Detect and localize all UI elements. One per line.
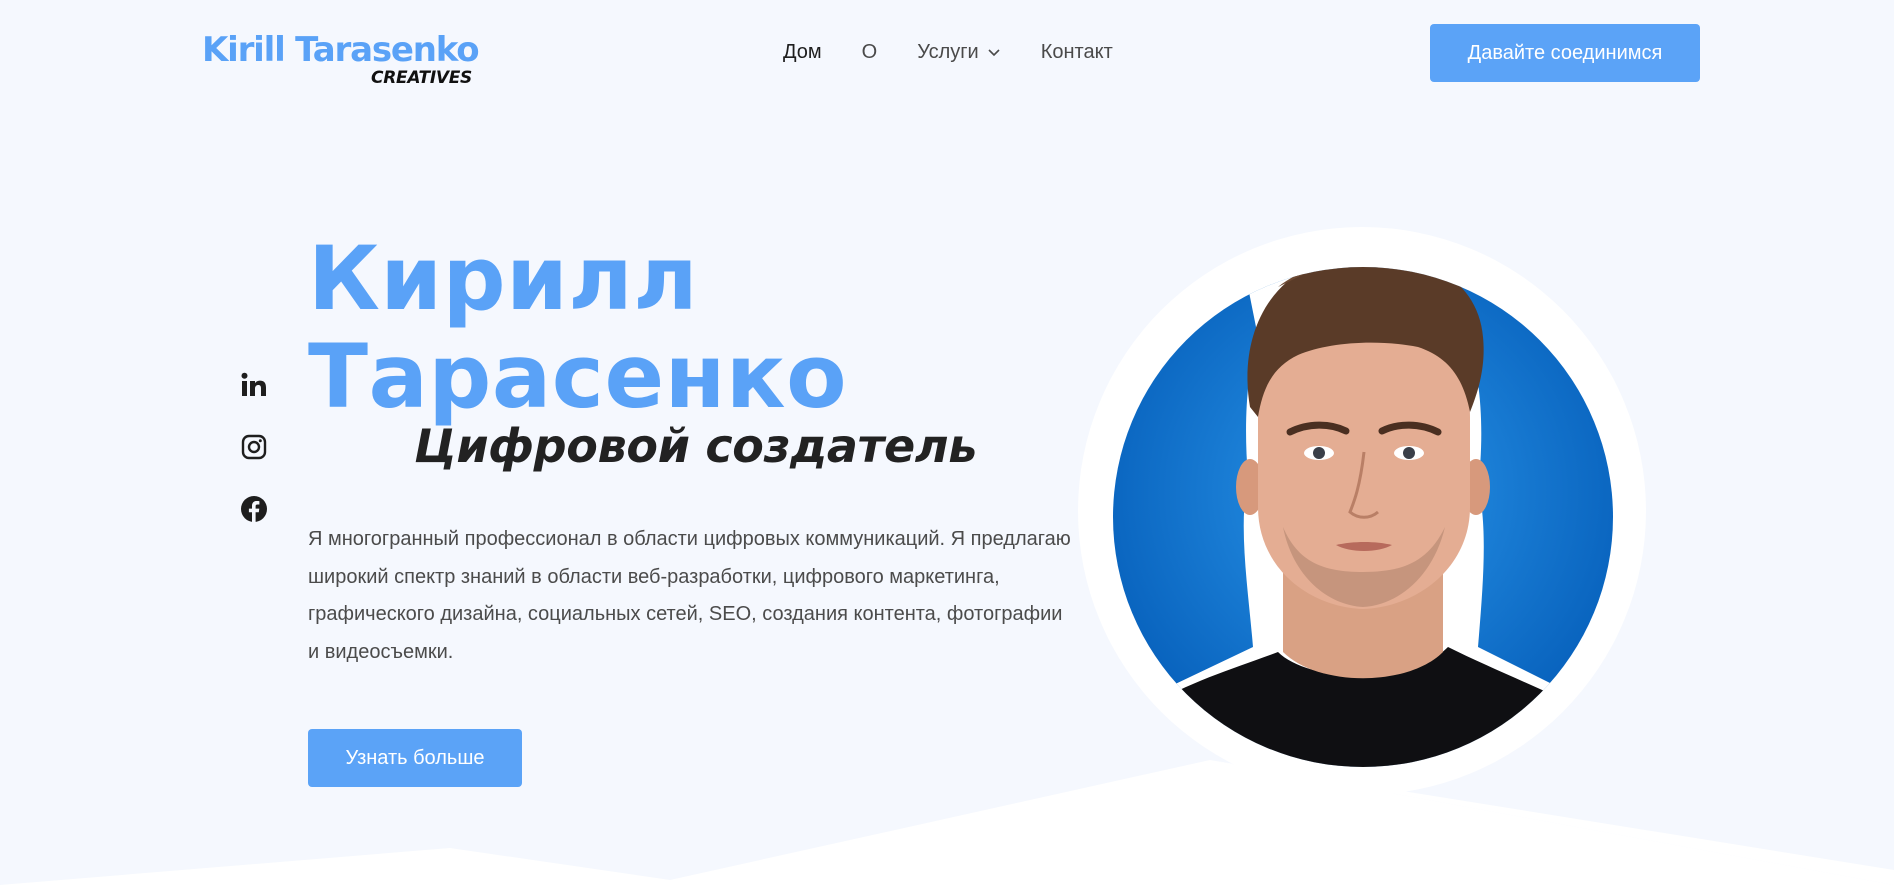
hero-description: Я многогранный профессионал в области ци… xyxy=(308,528,1071,663)
logo-sub-text: CREATIVES xyxy=(371,68,472,88)
facebook-icon xyxy=(241,496,267,522)
social-links xyxy=(239,370,269,556)
learn-more-button[interactable]: Узнать больше xyxy=(308,729,522,787)
instagram-link[interactable] xyxy=(239,432,269,462)
facebook-link[interactable] xyxy=(239,494,269,524)
chevron-down-icon xyxy=(988,49,1000,57)
instagram-icon xyxy=(241,434,267,460)
logo-main-text: Kirill Tarasenko xyxy=(202,30,480,70)
profile-portrait xyxy=(1078,227,1646,795)
nav-item-label: О xyxy=(861,41,878,63)
nav-item-label: Контакт xyxy=(1040,41,1113,63)
hero-name: Кирилл Тарасенко xyxy=(308,230,908,426)
nav-item-services[interactable]: Услуги xyxy=(917,40,1001,64)
linkedin-icon xyxy=(241,372,266,396)
nav-item-label: Услуги xyxy=(917,41,979,63)
hero-role: Цифровой создатель xyxy=(414,419,978,473)
nav-item-label: Дом xyxy=(783,41,822,63)
hero-name-first: Кирилл xyxy=(308,227,699,330)
main-nav: Дом О Услуги Контакт xyxy=(783,40,1113,64)
nav-item-about[interactable]: О xyxy=(862,40,878,64)
hero-name-last: Тарасенко xyxy=(308,325,848,428)
portrait-illustration xyxy=(1113,267,1613,767)
connect-button[interactable]: Давайте соединимся xyxy=(1430,24,1700,82)
site-logo[interactable]: Kirill Tarasenko CREATIVES xyxy=(202,30,480,90)
page: Kirill Tarasenko CREATIVES Дом О Услуги … xyxy=(0,0,1894,885)
linkedin-link[interactable] xyxy=(239,370,269,400)
nav-item-contact[interactable]: Контакт xyxy=(1041,40,1113,64)
nav-item-home[interactable]: Дом xyxy=(783,40,822,64)
